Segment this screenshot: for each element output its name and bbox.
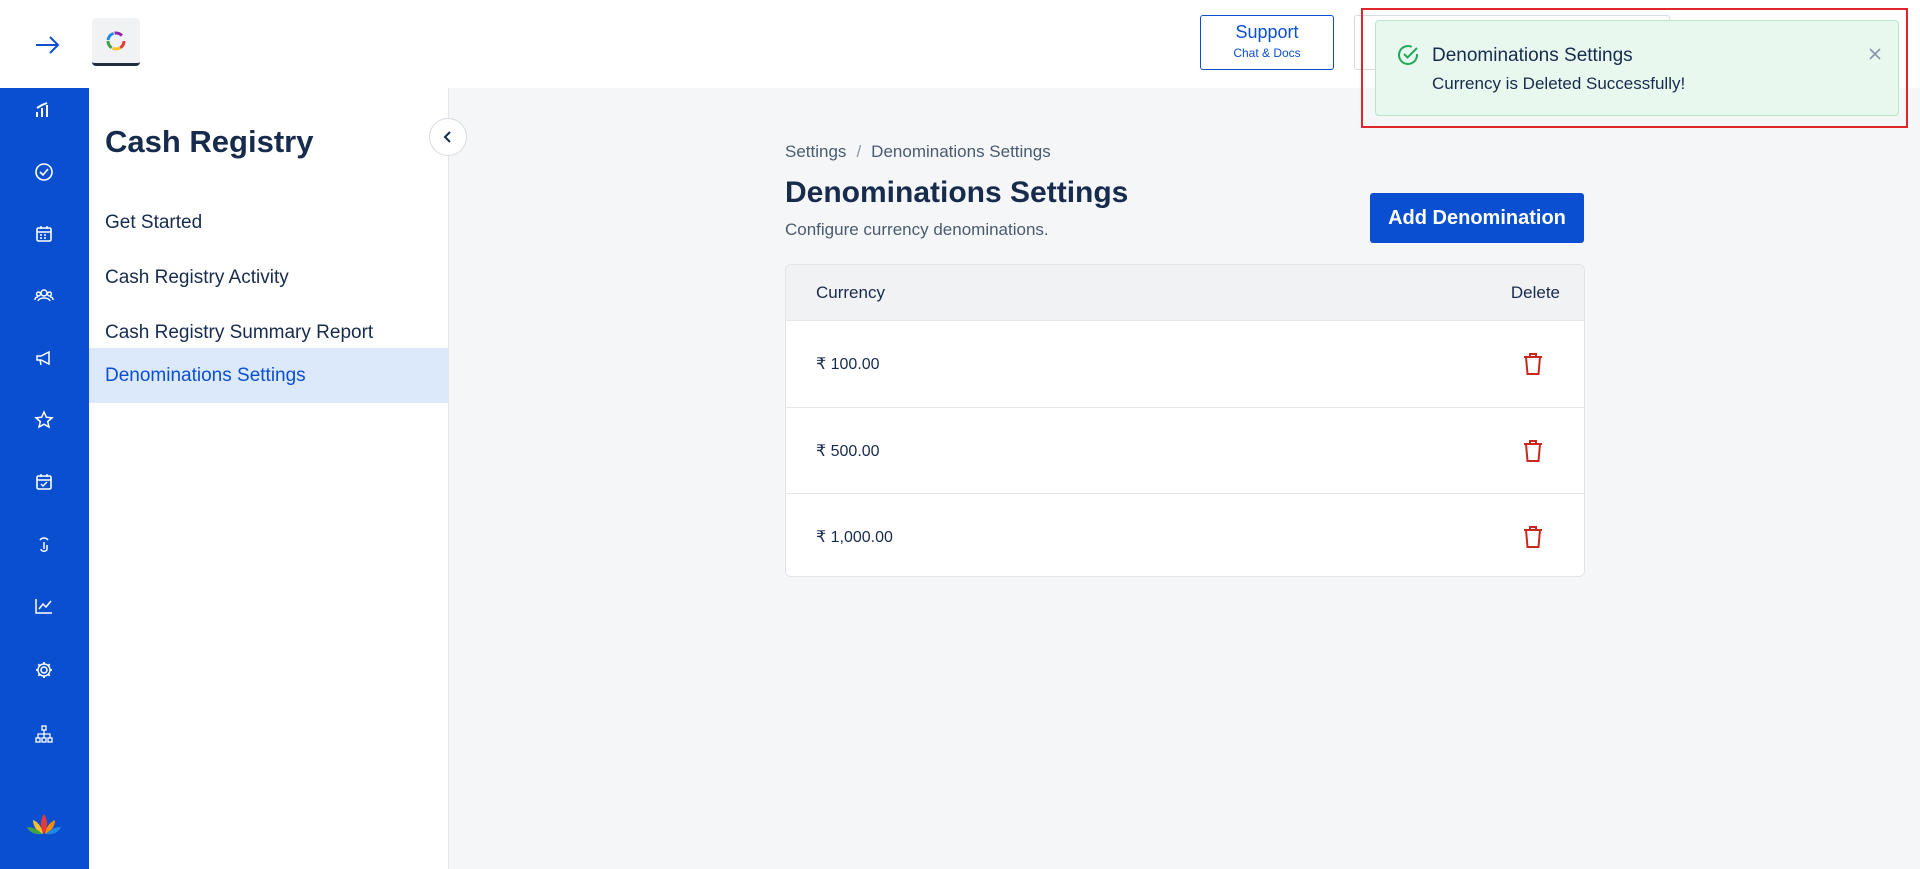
check-circle-icon xyxy=(1398,45,1418,65)
check-circle-icon xyxy=(35,163,53,181)
sidebar-item-label: Denominations Settings xyxy=(105,364,306,386)
calendar-check-icon xyxy=(36,474,52,490)
currency-value: ₹ 500.00 xyxy=(816,442,880,460)
table-row: ₹ 1,000.00 xyxy=(786,493,1584,576)
rail-brand-logo[interactable] xyxy=(22,802,66,846)
sidebar-item-cash-registry-activity[interactable]: Cash Registry Activity xyxy=(89,250,448,305)
table-header: Currency Delete xyxy=(786,265,1584,321)
touch-icon xyxy=(39,537,49,552)
denominations-table: Currency Delete ₹ 100.00 ₹ 500.00 ₹ 1,00… xyxy=(785,264,1585,577)
lotus-logo-icon xyxy=(27,814,61,835)
sidebar-item-label: Cash Registry Activity xyxy=(105,266,289,288)
sidebar-item-get-started[interactable]: Get Started xyxy=(89,195,448,250)
rail-item-marketing[interactable] xyxy=(24,338,64,378)
trash-icon xyxy=(1524,439,1542,462)
delete-button[interactable] xyxy=(1520,438,1546,464)
support-sublabel: Chat & Docs xyxy=(1233,46,1301,60)
table-row: ₹ 100.00 xyxy=(786,321,1584,407)
toast-close-button[interactable] xyxy=(1864,43,1886,65)
breadcrumb-settings[interactable]: Settings xyxy=(785,142,846,162)
success-toast: Denominations Settings Currency is Delet… xyxy=(1375,20,1899,116)
add-denomination-button[interactable]: Add Denomination xyxy=(1370,193,1584,243)
rail-item-calendar[interactable] xyxy=(24,214,64,254)
sidebar-title: Cash Registry xyxy=(105,124,314,159)
users-group-icon xyxy=(34,289,54,302)
calendar-icon xyxy=(36,226,52,242)
expand-menu-button[interactable] xyxy=(30,30,66,60)
delete-button[interactable] xyxy=(1520,524,1546,550)
breadcrumb-separator: / xyxy=(856,142,862,161)
icon-rail xyxy=(0,88,89,869)
gear-icon xyxy=(36,662,52,678)
rail-item-dashboard[interactable] xyxy=(24,90,64,130)
rail-item-settings[interactable] xyxy=(24,650,64,690)
toast-title: Denominations Settings xyxy=(1432,45,1633,66)
star-icon xyxy=(34,410,54,429)
arrow-right-icon xyxy=(36,36,60,54)
breadcrumb-current: Denominations Settings xyxy=(871,142,1051,161)
trash-icon xyxy=(1524,353,1542,375)
support-button[interactable]: Support Chat & Docs xyxy=(1200,15,1334,70)
sidebar-item-label: Cash Registry Summary Report xyxy=(105,321,374,343)
support-label: Support xyxy=(1235,22,1299,42)
org-chart-icon xyxy=(35,725,53,743)
chevron-left-icon xyxy=(443,131,451,143)
rail-item-organization[interactable] xyxy=(24,714,64,754)
megaphone-icon xyxy=(36,350,50,366)
collapse-sidebar-button[interactable] xyxy=(429,118,467,156)
sidebar-item-denominations-settings[interactable]: Denominations Settings xyxy=(89,348,448,403)
secondary-sidebar: Cash Registry Get Started Cash Registry … xyxy=(89,88,449,869)
breadcrumb: Settings / Denominations Settings xyxy=(785,142,1051,162)
currency-value: ₹ 100.00 xyxy=(816,356,880,373)
column-header-delete: Delete xyxy=(1510,282,1560,302)
column-header-currency: Currency xyxy=(816,282,885,302)
bar-chart-icon xyxy=(36,102,48,117)
close-icon xyxy=(1869,48,1881,60)
rail-item-customers[interactable] xyxy=(24,276,64,316)
app-logo[interactable] xyxy=(92,18,140,66)
rail-item-engage[interactable] xyxy=(24,524,64,564)
table-row: ₹ 500.00 xyxy=(786,407,1584,493)
sidebar-item-label: Get Started xyxy=(105,211,203,233)
trash-icon xyxy=(1524,525,1542,548)
rail-item-appointments[interactable] xyxy=(24,462,64,502)
trend-chart-icon xyxy=(35,599,52,614)
rail-item-reviews[interactable] xyxy=(24,400,64,440)
app-logo-icon xyxy=(106,31,126,50)
currency-value: ₹ 1,000.00 xyxy=(816,528,893,546)
rail-item-tasks[interactable] xyxy=(24,152,64,192)
page-title: Denominations Settings xyxy=(785,176,1129,209)
delete-button[interactable] xyxy=(1520,351,1546,377)
page-subtitle: Configure currency denominations. xyxy=(785,220,1049,239)
toast-message: Currency is Deleted Successfully! xyxy=(1432,74,1686,93)
rail-item-reports[interactable] xyxy=(24,586,64,626)
